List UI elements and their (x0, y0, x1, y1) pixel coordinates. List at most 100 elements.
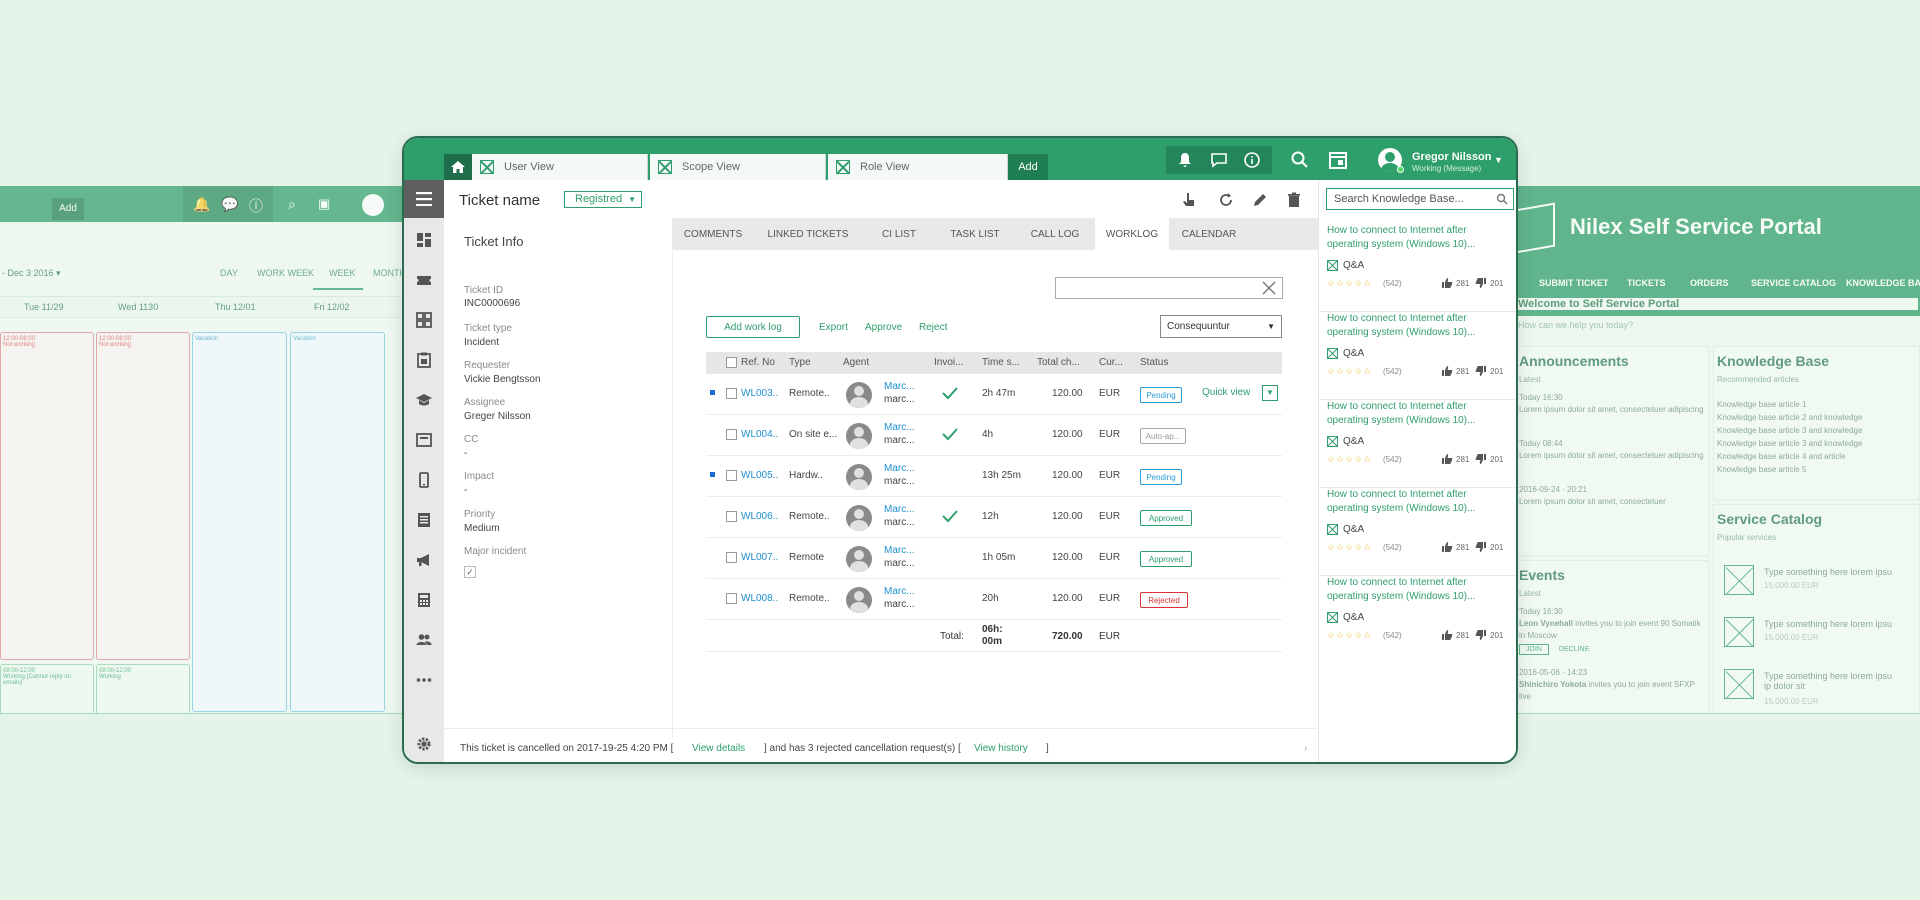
kb-article[interactable]: How to connect to Internet after operati… (1319, 400, 1516, 488)
impact-value[interactable]: - (464, 485, 467, 496)
join-button[interactable]: JOIN (1519, 644, 1549, 655)
ticket-status-select[interactable]: Registred ▼ (564, 191, 642, 208)
ticket-icon[interactable] (416, 272, 432, 288)
date-range[interactable]: - Dec 3 2016 ▾ (2, 268, 61, 279)
kb-article[interactable]: How to connect to Internet after operati… (1319, 224, 1516, 312)
thumbs-up-icon[interactable] (1441, 365, 1453, 377)
decline-button[interactable]: DECLINE (1559, 646, 1589, 653)
search-icon[interactable]: ⌕ (288, 196, 296, 213)
search-icon[interactable] (1496, 193, 1508, 205)
close-icon[interactable] (1262, 281, 1276, 295)
table-row[interactable]: WL003.. Remote.. Marc... marc... 2h 47m … (706, 374, 1282, 415)
kb-article-link[interactable]: How to connect to Internet after operati… (1327, 400, 1507, 428)
event-item[interactable]: Today 16:30 Leon Vynehall invites you to … (1516, 604, 1708, 644)
column-header[interactable]: Ref. No (741, 357, 775, 368)
column-header[interactable]: Invoi... (934, 357, 963, 368)
agent-name[interactable]: Marc... (884, 463, 915, 474)
service-name[interactable]: Type something here lorem ipsu (1764, 567, 1892, 577)
trash-icon[interactable] (1286, 192, 1302, 208)
agent-name[interactable]: Marc... (884, 545, 915, 556)
sort-select[interactable]: Consequuntur ▼ (1160, 315, 1282, 338)
kb-article[interactable]: How to connect to Internet after operati… (1319, 576, 1516, 664)
nav-knowledge-base[interactable]: KNOWLEDGE BASE (1846, 278, 1920, 288)
view-details-link[interactable]: View details (692, 743, 745, 754)
ticket-type-value[interactable]: Incident (464, 337, 499, 348)
bell-icon[interactable] (1176, 151, 1194, 169)
chevron-down-icon[interactable]: ▼ (1494, 155, 1503, 165)
tab-worklog[interactable]: WORKLOG (1095, 218, 1169, 250)
thumbs-up-icon[interactable] (1441, 541, 1453, 553)
nav-service-catalog[interactable]: SERVICE CATALOG (1751, 278, 1836, 288)
mobile-icon[interactable] (416, 472, 432, 488)
calendar-event[interactable]: Vacation (290, 332, 385, 712)
table-row[interactable]: WL005.. Hardw.. Marc... marc... 13h 25m … (706, 456, 1282, 497)
pencil-icon[interactable] (1252, 192, 1268, 208)
tab-task-list[interactable]: TASK LIST (935, 218, 1015, 250)
requester-value[interactable]: Vickie Bengtsson (464, 374, 541, 385)
thumbs-up-icon[interactable] (1441, 629, 1453, 641)
column-header[interactable]: Type (789, 357, 811, 368)
assignee-value[interactable]: Greger Nilsson (464, 411, 531, 422)
column-header[interactable]: Agent (843, 357, 869, 368)
column-header[interactable]: Status (1140, 357, 1168, 368)
tab-calendar[interactable]: CALENDAR (1169, 218, 1249, 250)
cc-value[interactable]: - (464, 448, 467, 459)
kb-article-link[interactable]: Knowledge base article 4 and article (1717, 450, 1916, 463)
tab-scope-view[interactable]: Scope View (650, 154, 826, 180)
chevron-right-icon[interactable]: › (1304, 743, 1307, 754)
kb-search-input[interactable]: Search Knowledge Base... (1326, 188, 1514, 210)
star-rating[interactable]: ☆☆☆☆☆ (1327, 630, 1372, 641)
tab-comments[interactable]: COMMENTS (673, 218, 753, 250)
kb-article-link[interactable]: How to connect to Internet after operati… (1327, 488, 1507, 516)
row-checkbox[interactable] (726, 552, 737, 563)
kb-article-link[interactable]: Knowledge base article 3 and knowledge (1717, 437, 1916, 450)
major-incident-checkbox[interactable]: ✓ (464, 566, 476, 578)
nav-submit-ticket[interactable]: SUBMIT TICKET (1539, 278, 1609, 288)
hand-pointer-icon[interactable] (1181, 192, 1197, 208)
view-work-week[interactable]: WORK WEEK (257, 268, 314, 278)
chat-icon[interactable]: 💬 (221, 196, 238, 213)
ref-link[interactable]: WL007.. (741, 552, 778, 563)
tab-ci-list[interactable]: CI LIST (863, 218, 935, 250)
ref-link[interactable]: WL008.. (741, 593, 778, 604)
home-button[interactable] (444, 154, 472, 180)
star-rating[interactable]: ☆☆☆☆☆ (1327, 542, 1372, 553)
thumbs-down-icon[interactable] (1475, 365, 1487, 377)
agent-name[interactable]: Marc... (884, 381, 915, 392)
table-row[interactable]: WL006.. Remote.. Marc... marc... 12h 120… (706, 497, 1282, 538)
nav-orders[interactable]: ORDERS (1690, 278, 1729, 288)
search-icon[interactable] (1290, 150, 1310, 170)
thumbs-up-icon[interactable] (1441, 453, 1453, 465)
thumbs-down-icon[interactable] (1475, 629, 1487, 641)
row-checkbox[interactable] (726, 593, 737, 604)
apps-icon[interactable] (416, 312, 432, 328)
kb-article[interactable]: How to connect to Internet after operati… (1319, 488, 1516, 576)
thumbs-up-icon[interactable] (1441, 277, 1453, 289)
tab-user-view[interactable]: User View (472, 154, 648, 180)
kb-article-link[interactable]: How to connect to Internet after operati… (1327, 224, 1507, 252)
window-icon[interactable] (416, 432, 432, 448)
column-header[interactable]: Time s... (982, 357, 1020, 368)
announcement-item[interactable]: Today 16:30 Lorem ipsum dolor sit amet, c… (1516, 390, 1708, 418)
calendar-add-button[interactable]: Add (52, 198, 84, 220)
kb-article-link[interactable]: How to connect to Internet after operati… (1327, 312, 1507, 340)
kb-article-link[interactable]: Knowledge base article 5 (1717, 463, 1916, 476)
agent-name[interactable]: Marc... (884, 504, 915, 515)
priority-value[interactable]: Medium (464, 523, 500, 534)
star-rating[interactable]: ☆☆☆☆☆ (1327, 366, 1372, 377)
graduation-cap-icon[interactable] (416, 392, 432, 408)
view-history-link[interactable]: View history (974, 743, 1028, 754)
table-row[interactable]: WL008.. Remote.. Marc... marc... 20h 120… (706, 579, 1282, 620)
refresh-icon[interactable] (1218, 192, 1234, 208)
kb-article-link[interactable]: How to connect to Internet after operati… (1327, 576, 1507, 604)
thumbs-down-icon[interactable] (1475, 541, 1487, 553)
info-icon[interactable]: ⓘ (249, 196, 263, 216)
chevron-down-icon[interactable]: ▼ (1262, 385, 1278, 401)
dashboard-icon[interactable] (416, 232, 432, 248)
avatar[interactable] (362, 194, 384, 216)
megaphone-icon[interactable] (416, 552, 432, 568)
nav-tickets[interactable]: TICKETS (1627, 278, 1666, 288)
row-checkbox[interactable] (726, 429, 737, 440)
kb-article[interactable]: How to connect to Internet after operati… (1319, 312, 1516, 400)
calendar-event[interactable]: 08:00-12:00 Working (Cannot reply on emai… (0, 664, 94, 713)
